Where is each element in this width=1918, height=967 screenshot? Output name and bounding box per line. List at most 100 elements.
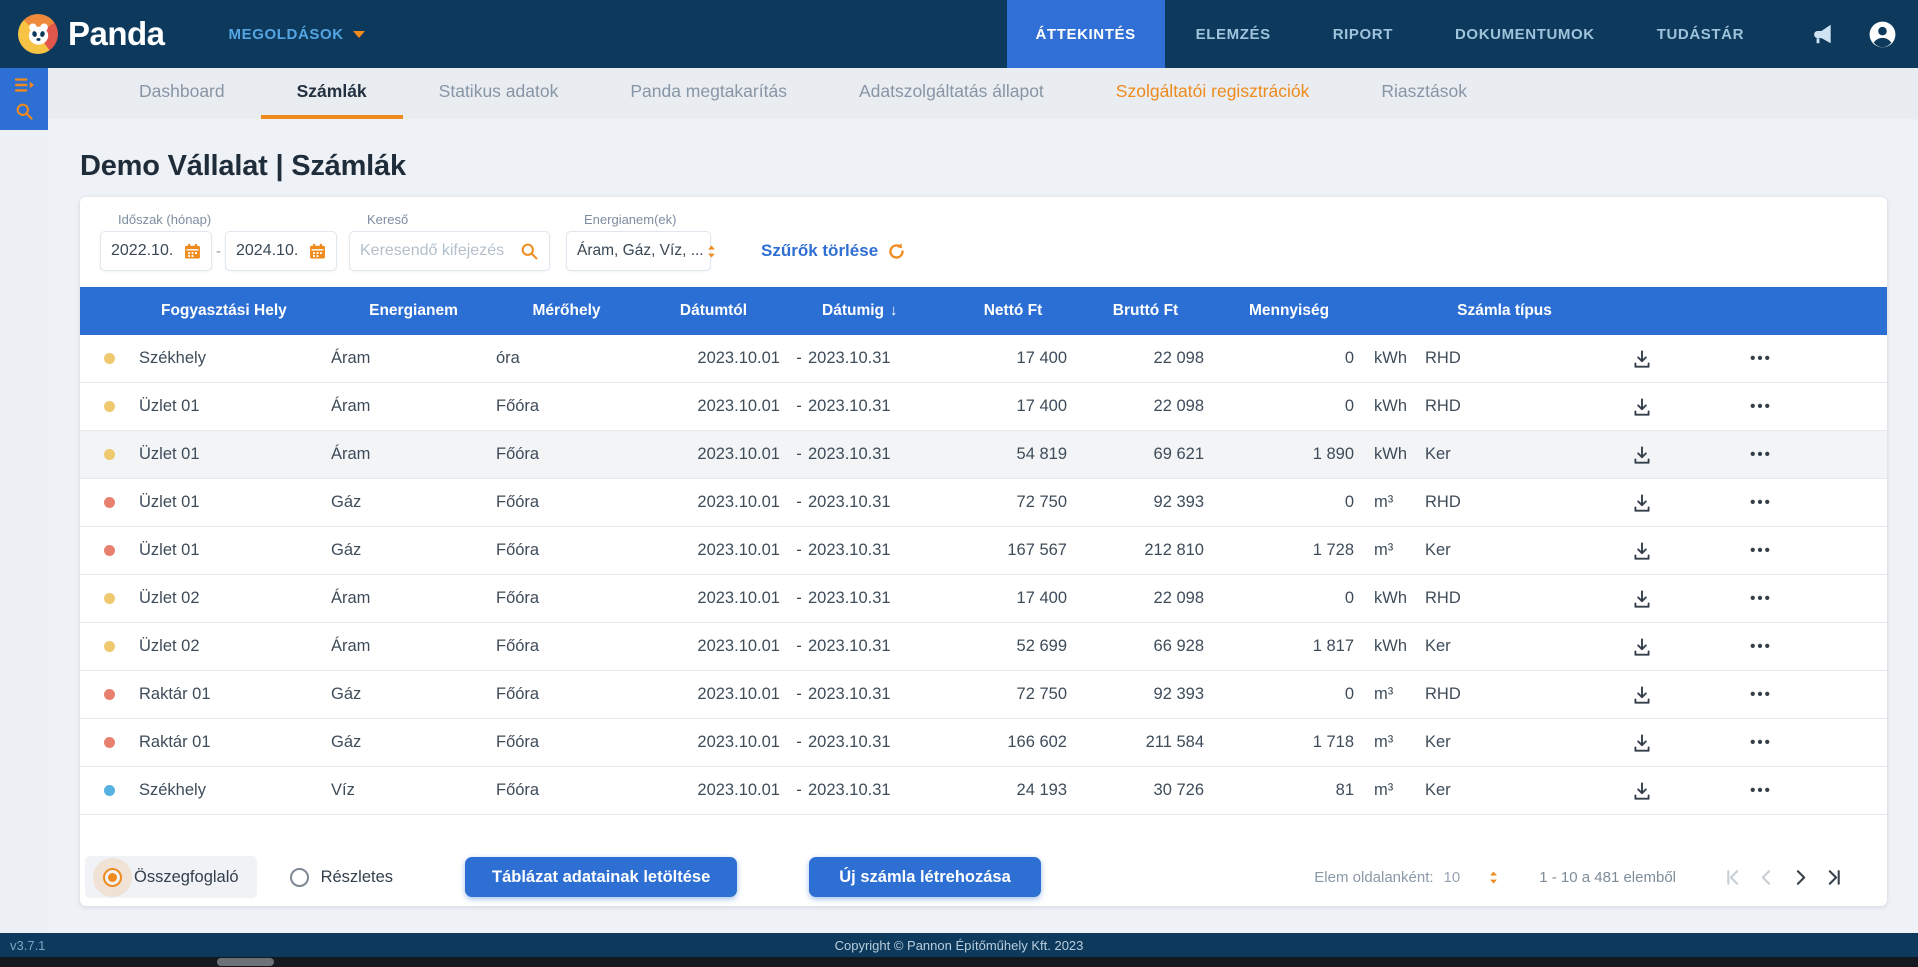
header-type[interactable]: Számla típus <box>1425 302 1584 320</box>
nav-item-0[interactable]: ÁTTEKINTÉS <box>1007 0 1165 68</box>
radio-detailed-label: Részletes <box>321 868 393 887</box>
chevron-down-icon <box>353 31 365 38</box>
cell-date-separator: - <box>790 637 808 656</box>
date-from-field[interactable] <box>100 231 212 271</box>
nav-item-3[interactable]: DOKUMENTUMOK <box>1424 0 1626 68</box>
tab-4[interactable]: Adatszolgáltatás állapot <box>823 68 1080 119</box>
header-net[interactable]: Nettó Ft <box>949 302 1077 320</box>
row-download-button[interactable] <box>1584 540 1700 562</box>
energy-select[interactable]: Áram, Gáz, Víz, ... <box>566 231 711 271</box>
header-site[interactable]: Fogyasztási Hely <box>139 302 331 320</box>
menu-toggle-icon[interactable] <box>14 77 35 93</box>
download-icon <box>1631 396 1653 418</box>
header-energy[interactable]: Energianem <box>331 302 496 320</box>
table-row[interactable]: Raktár 01 Gáz Főóra 2023.10.01 - 2023.10… <box>80 671 1887 719</box>
tab-0[interactable]: Dashboard <box>103 68 261 119</box>
header-date-from[interactable]: Dátumtól <box>637 302 790 320</box>
table-row[interactable]: Üzlet 02 Áram Főóra 2023.10.01 - 2023.10… <box>80 623 1887 671</box>
tab-2[interactable]: Statikus adatok <box>403 68 595 119</box>
energy-dot-cell <box>80 637 139 656</box>
last-page-button[interactable] <box>1824 867 1845 888</box>
cell-meter: Főóra <box>496 445 637 464</box>
calendar-icon[interactable] <box>309 243 326 260</box>
search-icon[interactable] <box>15 102 34 121</box>
nav-item-1[interactable]: ELEMZÉS <box>1165 0 1302 68</box>
clear-filters-button[interactable]: Szűrők törlése <box>761 241 906 261</box>
cell-type: RHD <box>1425 397 1584 416</box>
nav-item-4[interactable]: TUDÁSTÁR <box>1626 0 1775 68</box>
account-icon[interactable] <box>1867 19 1898 50</box>
nav-icons <box>1809 19 1898 50</box>
search-input[interactable] <box>360 242 510 260</box>
row-download-button[interactable] <box>1584 444 1700 466</box>
date-to-input[interactable] <box>236 242 304 260</box>
cell-type: Ker <box>1425 637 1584 656</box>
cell-date-separator: - <box>790 445 808 464</box>
table-row[interactable]: Üzlet 01 Áram Főóra 2023.10.01 - 2023.10… <box>80 383 1887 431</box>
energy-dot-cell <box>80 781 139 800</box>
new-invoice-button[interactable]: Új számla létrehozása <box>809 857 1041 897</box>
scrollbar-thumb[interactable] <box>217 958 274 966</box>
header-qty[interactable]: Mennyiség <box>1214 302 1364 320</box>
per-page-value[interactable]: 10 <box>1444 869 1461 886</box>
table-row[interactable]: Raktár 01 Gáz Főóra 2023.10.01 - 2023.10… <box>80 719 1887 767</box>
table-row[interactable]: Üzlet 01 Gáz Főóra 2023.10.01 - 2023.10.… <box>80 527 1887 575</box>
header-meter[interactable]: Mérőhely <box>496 302 637 320</box>
table-row[interactable]: Székhely Víz Főóra 2023.10.01 - 2023.10.… <box>80 767 1887 815</box>
tab-5[interactable]: Szolgáltatói regisztrációk <box>1080 68 1346 119</box>
radio-detailed[interactable]: Részletes <box>272 856 411 898</box>
table-row[interactable]: Üzlet 01 Gáz Főóra 2023.10.01 - 2023.10.… <box>80 479 1887 527</box>
row-more-button[interactable]: ••• <box>1700 686 1822 703</box>
tab-1[interactable]: Számlák <box>261 68 403 119</box>
announcement-icon[interactable] <box>1809 21 1835 47</box>
radio-summary[interactable]: Összegfoglaló <box>85 856 257 898</box>
row-more-button[interactable]: ••• <box>1700 398 1822 415</box>
row-download-button[interactable] <box>1584 780 1700 802</box>
row-download-button[interactable] <box>1584 684 1700 706</box>
row-more-button[interactable]: ••• <box>1700 542 1822 559</box>
row-more-button[interactable]: ••• <box>1700 638 1822 655</box>
per-page-unfold-icon[interactable] <box>1486 870 1501 885</box>
cell-date-to: 2023.10.31 <box>808 637 949 656</box>
cell-net: 72 750 <box>949 493 1077 512</box>
date-from-input[interactable] <box>111 242 179 260</box>
cell-date-to: 2023.10.31 <box>808 445 949 464</box>
date-to-field[interactable] <box>225 231 337 271</box>
table-row[interactable]: Székhely Áram óra 2023.10.01 - 2023.10.3… <box>80 335 1887 383</box>
row-download-button[interactable] <box>1584 396 1700 418</box>
row-download-button[interactable] <box>1584 588 1700 610</box>
calendar-icon[interactable] <box>184 243 201 260</box>
first-page-button[interactable] <box>1722 867 1743 888</box>
cell-qty: 0 <box>1214 493 1364 512</box>
download-table-button[interactable]: Táblázat adatainak letöltése <box>465 857 737 897</box>
row-more-button[interactable]: ••• <box>1700 782 1822 799</box>
cell-qty: 1 718 <box>1214 733 1364 752</box>
row-more-button[interactable]: ••• <box>1700 446 1822 463</box>
cell-date-separator: - <box>790 733 808 752</box>
tab-6[interactable]: Riasztások <box>1345 68 1503 119</box>
prev-page-button[interactable] <box>1756 867 1777 888</box>
header-date-to[interactable]: Dátumig↓ <box>808 302 949 320</box>
row-more-button[interactable]: ••• <box>1700 734 1822 751</box>
tab-3[interactable]: Panda megtakarítás <box>594 68 823 119</box>
header-gross[interactable]: Bruttó Ft <box>1077 302 1214 320</box>
logo[interactable]: Panda <box>18 14 165 54</box>
magnifier-icon[interactable] <box>520 242 539 261</box>
table-row[interactable]: Üzlet 02 Áram Főóra 2023.10.01 - 2023.10… <box>80 575 1887 623</box>
table-row[interactable]: Üzlet 01 Áram Főóra 2023.10.01 - 2023.10… <box>80 431 1887 479</box>
row-more-button[interactable]: ••• <box>1700 590 1822 607</box>
horizontal-scrollbar[interactable] <box>0 957 1918 967</box>
solutions-menu[interactable]: MEGOLDÁSOK <box>229 26 365 43</box>
cell-site: Székhely <box>139 349 331 368</box>
row-more-button[interactable]: ••• <box>1700 350 1822 367</box>
row-more-button[interactable]: ••• <box>1700 494 1822 511</box>
pager <box>1722 867 1845 888</box>
row-download-button[interactable] <box>1584 636 1700 658</box>
energy-dot-cell <box>80 349 139 368</box>
row-download-button[interactable] <box>1584 492 1700 514</box>
row-download-button[interactable] <box>1584 732 1700 754</box>
row-download-button[interactable] <box>1584 348 1700 370</box>
nav-item-2[interactable]: RIPORT <box>1302 0 1424 68</box>
next-page-button[interactable] <box>1790 867 1811 888</box>
search-field[interactable] <box>349 231 550 271</box>
